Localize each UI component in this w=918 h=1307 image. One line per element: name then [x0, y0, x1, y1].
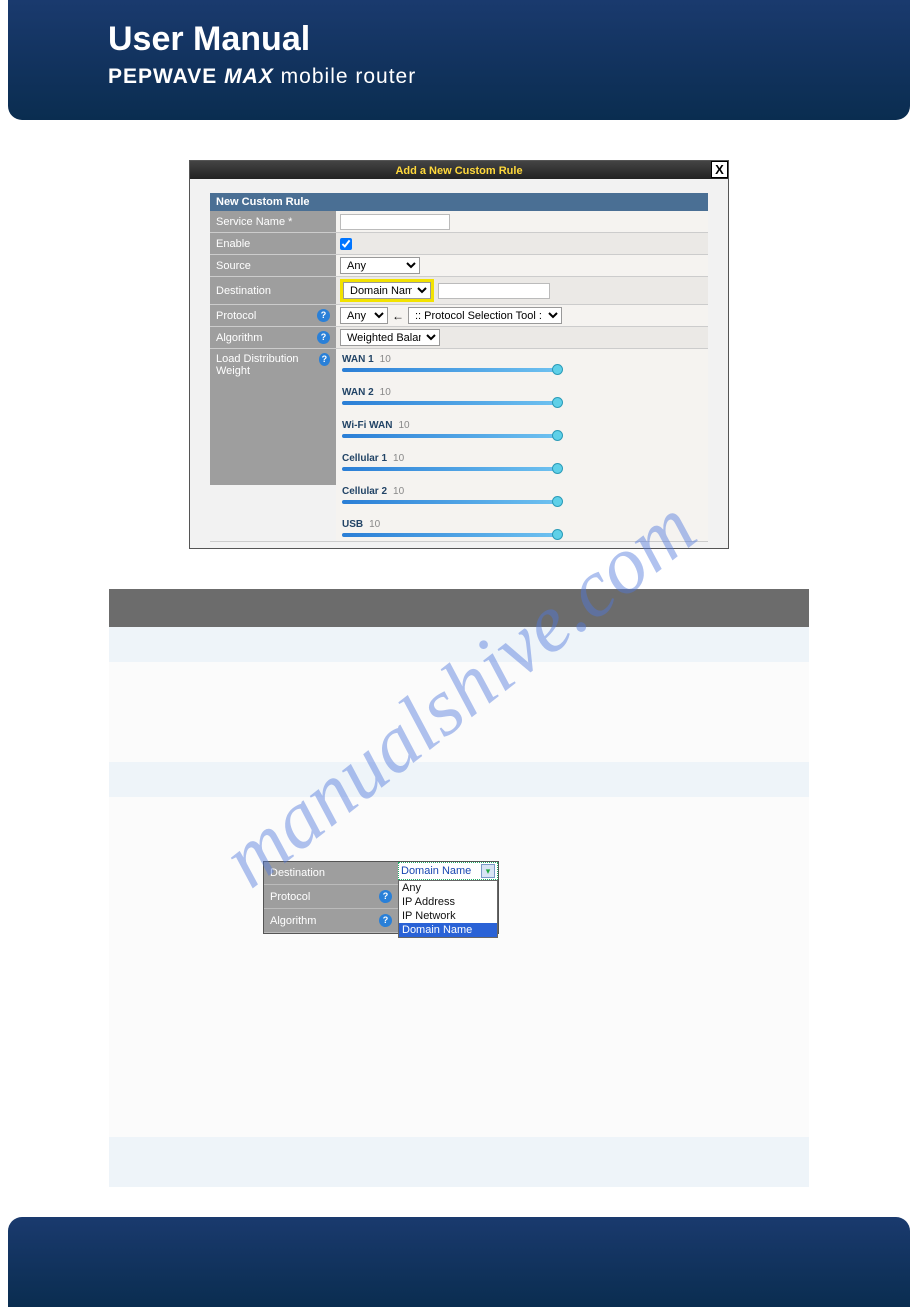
ldw-row-wan2: WAN 210	[342, 386, 702, 405]
ldw-slider-cellular1[interactable]	[342, 467, 557, 471]
page-subtitle: PEPWAVE MAX mobile router	[108, 65, 910, 89]
label-destination: Destination	[264, 862, 398, 885]
label-algorithm: Algorithm ?	[210, 327, 336, 348]
page-title: User Manual	[108, 20, 910, 59]
table-header	[109, 589, 809, 627]
label-enable: Enable	[210, 233, 336, 254]
table-row	[109, 1137, 809, 1187]
label-protocol: Protocol?	[264, 885, 398, 909]
source-select[interactable]: Any	[340, 257, 420, 274]
ldw-slider-usb[interactable]	[342, 533, 557, 537]
ldw-slider-wan2[interactable]	[342, 401, 557, 405]
protocol-select[interactable]: Any	[340, 307, 388, 324]
ldw-row-wan1: WAN 110	[342, 353, 702, 372]
brand-name: PEPWAVE	[108, 65, 217, 88]
slider-handle-icon[interactable]	[552, 430, 563, 441]
label-source: Source	[210, 255, 336, 276]
dropdown-option-ip-address[interactable]: IP Address	[399, 895, 497, 909]
slider-handle-icon[interactable]	[552, 364, 563, 375]
dialog-titlebar: Add a New Custom Rule X	[190, 161, 728, 179]
ldw-slider-cellular2[interactable]	[342, 500, 557, 504]
protocol-tool-select[interactable]: :: Protocol Selection Tool ::	[408, 307, 562, 324]
slider-handle-icon[interactable]	[552, 529, 563, 540]
rule-settings-table: Destination Protocol? Algorithm? Domain …	[109, 589, 809, 1187]
ldw-slider-wifi-wan[interactable]	[342, 434, 557, 438]
label-protocol: Protocol ?	[210, 305, 336, 326]
section-header: New Custom Rule	[210, 193, 708, 211]
close-icon[interactable]: X	[711, 161, 728, 178]
brand-tail: mobile router	[281, 65, 417, 88]
destination-dropdown-open[interactable]: Domain Name ▾ Any IP Address IP Network …	[398, 862, 498, 938]
dropdown-option-any[interactable]: Any	[399, 881, 497, 895]
destination-input[interactable]	[438, 283, 550, 299]
table-row	[109, 762, 809, 797]
destination-select[interactable]: Domain Name	[343, 282, 431, 299]
dropdown-option-domain-name[interactable]: Domain Name	[399, 923, 497, 937]
help-icon[interactable]: ?	[379, 914, 392, 927]
slider-handle-icon[interactable]	[552, 496, 563, 507]
dialog-title: Add a New Custom Rule	[395, 165, 522, 177]
load-distribution-body: WAN 110 WAN 210 Wi-Fi WAN10 Cellular 110…	[336, 349, 708, 541]
ldw-slider-wan1[interactable]	[342, 368, 557, 372]
help-icon[interactable]: ?	[319, 353, 330, 366]
destination-dropdown-selected[interactable]: Domain Name ▾	[398, 862, 498, 880]
arrow-left-icon: ←	[392, 309, 404, 323]
ldw-row-cellular1: Cellular 110	[342, 452, 702, 471]
help-icon[interactable]: ?	[317, 331, 330, 344]
table-row: Destination Protocol? Algorithm? Domain …	[109, 797, 809, 1137]
destination-dropdown-list: Any IP Address IP Network Domain Name	[398, 880, 498, 938]
label-destination: Destination	[210, 277, 336, 304]
help-icon[interactable]: ?	[317, 309, 330, 322]
ldw-row-usb: USB10	[342, 518, 702, 537]
screenshot-destination-dropdown: Destination Protocol? Algorithm? Domain …	[263, 861, 499, 934]
destination-highlight: Domain Name	[340, 279, 434, 302]
ldw-row-wifi-wan: Wi-Fi WAN10	[342, 419, 702, 438]
dropdown-option-ip-network[interactable]: IP Network	[399, 909, 497, 923]
slider-handle-icon[interactable]	[552, 463, 563, 474]
header-banner: User Manual PEPWAVE MAX mobile router	[8, 0, 910, 120]
service-name-input[interactable]	[340, 214, 450, 230]
slider-handle-icon[interactable]	[552, 397, 563, 408]
enable-checkbox[interactable]	[340, 238, 352, 250]
label-service-name: Service Name *	[210, 211, 336, 232]
brand-model: MAX	[224, 65, 274, 88]
algorithm-select[interactable]: Weighted Balance	[340, 329, 440, 346]
label-algorithm: Algorithm?	[264, 909, 398, 933]
table-row	[109, 662, 809, 762]
table-row	[109, 627, 809, 662]
ldw-row-cellular2: Cellular 210	[342, 485, 702, 504]
chevron-down-icon[interactable]: ▾	[481, 864, 495, 878]
footer-banner	[8, 1217, 910, 1307]
label-load-distribution-weight: Load Distribution Weight ?	[210, 349, 336, 485]
screenshot-custom-rule-dialog: Add a New Custom Rule X New Custom Rule …	[189, 160, 729, 549]
help-icon[interactable]: ?	[379, 890, 392, 903]
